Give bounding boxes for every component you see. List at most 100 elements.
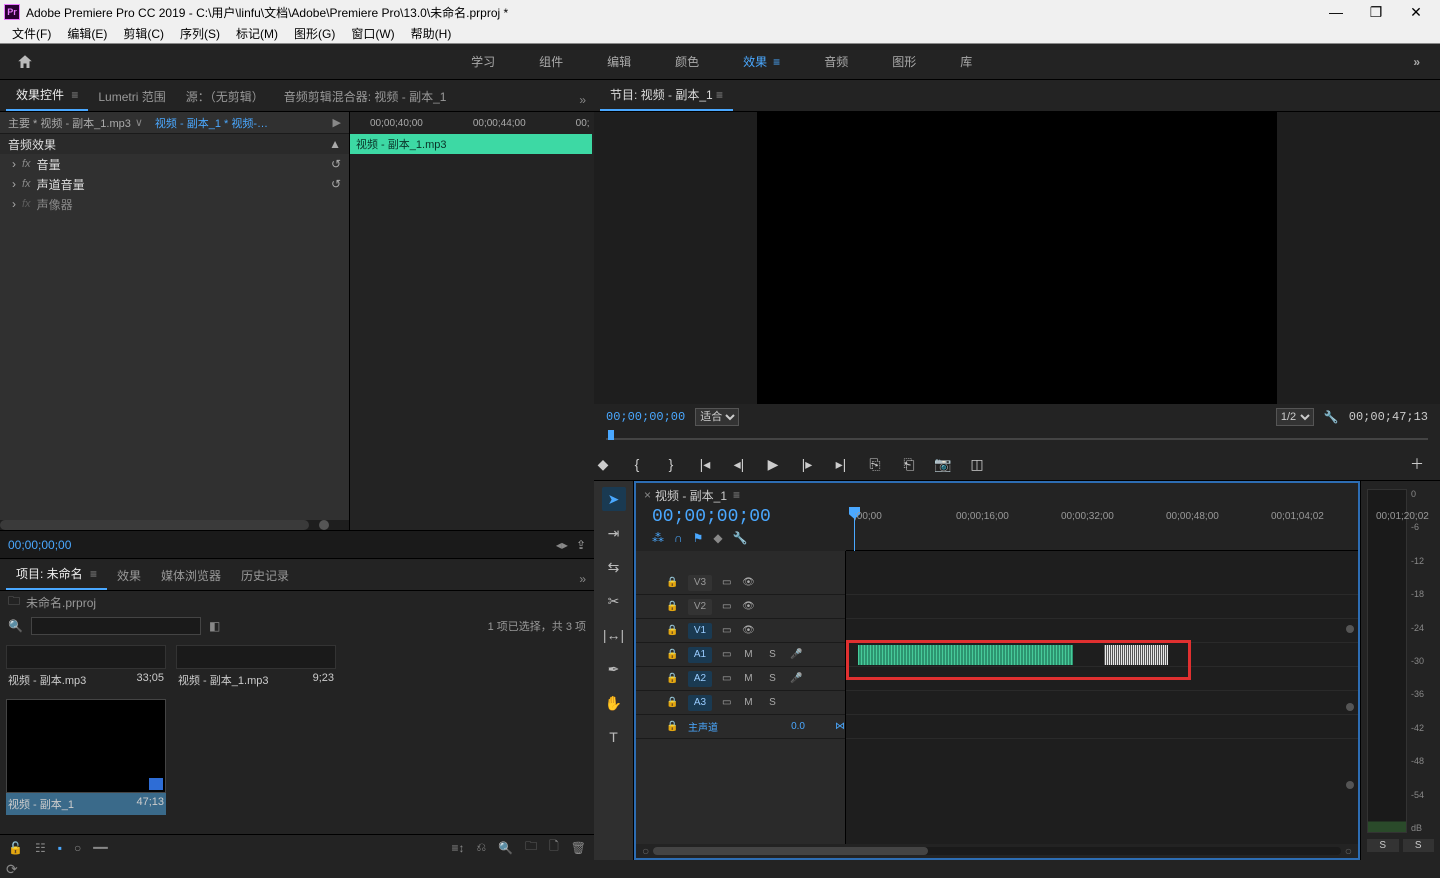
filter-icon[interactable]: ◧ — [209, 619, 220, 633]
tab-media-browser[interactable]: 媒体浏览器 — [151, 561, 231, 590]
sync-icon[interactable]: ⟳ — [6, 861, 18, 878]
ec-h-scrollbar[interactable] — [0, 520, 349, 530]
ec-clip-bar[interactable]: 视频 - 副本_1.mp3 — [350, 134, 592, 154]
menu-sequence[interactable]: 序列(S) — [172, 23, 228, 44]
lock-icon[interactable]: 🔒 — [666, 577, 678, 588]
mute-button[interactable]: M — [741, 649, 755, 660]
maximize-button[interactable]: ❐ — [1356, 0, 1396, 24]
lock-icon[interactable]: 🔒 — [666, 625, 678, 636]
reset-icon[interactable]: ↺ — [331, 157, 341, 171]
step-forward-button[interactable]: |▸ — [798, 456, 816, 473]
track-master[interactable] — [846, 715, 1358, 739]
workspace-overflow[interactable]: » — [1393, 55, 1440, 69]
mute-button[interactable]: M — [741, 673, 755, 684]
ec-export-icon[interactable]: ⇪ — [576, 538, 586, 552]
panel-overflow[interactable]: » — [571, 89, 594, 111]
zoom-fit-select[interactable]: 适合 — [695, 408, 739, 426]
track-select-tool[interactable]: ⇥ — [602, 521, 626, 545]
track-header-a1[interactable]: 🔒A1▭MS🎤 — [636, 643, 845, 667]
list-view-icon[interactable]: ☷ — [35, 841, 46, 855]
sequence-tab[interactable]: 视频 - 副本_1 — [655, 487, 727, 504]
slip-tool[interactable]: |↔| — [602, 623, 626, 647]
project-breadcrumb[interactable]: 🗀 未命名.prproj — [0, 591, 594, 613]
tab-project[interactable]: 项目: 未命名 ≡ — [6, 559, 107, 590]
project-clip[interactable]: 视频 - 副本.mp333;05 — [6, 645, 166, 691]
tab-audio-clip-mixer[interactable]: 音频剪辑混合器: 视频 - 副本_1 — [274, 82, 457, 111]
add-marker-icon[interactable]: ⚑ — [693, 531, 704, 545]
ec-master-header[interactable]: 主要 * 视频 - 副本_1.mp3 ∨ 视频 - 副本_1 * 视频-… ▶ — [0, 112, 349, 134]
track-header-a3[interactable]: 🔒A3▭MS — [636, 691, 845, 715]
reset-icon[interactable]: ↺ — [331, 177, 341, 191]
menu-help[interactable]: 帮助(H) — [403, 23, 460, 44]
meter-solo-right[interactable]: S — [1403, 839, 1435, 852]
lock-icon[interactable]: 🔒 — [666, 601, 678, 612]
playhead-icon[interactable] — [606, 430, 616, 444]
ec-prev-keyframe-icon[interactable]: ◂▸ — [556, 538, 568, 552]
menu-graphics[interactable]: 图形(G) — [286, 23, 343, 44]
tab-lumetri-scopes[interactable]: Lumetri 范围 — [88, 82, 175, 111]
lock-icon[interactable]: 🔓 — [8, 841, 23, 855]
resolution-select[interactable]: 1/2 — [1276, 408, 1314, 426]
program-canvas[interactable] — [594, 112, 1440, 404]
step-back-button[interactable]: ◂| — [730, 456, 748, 473]
selection-tool[interactable]: ➤ — [602, 487, 626, 511]
track-v2[interactable] — [846, 595, 1358, 619]
tab-effects[interactable]: 效果 — [107, 561, 151, 590]
comparison-button[interactable]: ◫ — [968, 456, 986, 473]
ec-timecode[interactable]: 00;00;00;00 — [8, 538, 556, 552]
program-timecode-left[interactable]: 00;00;00;00 — [606, 410, 685, 424]
menu-window[interactable]: 窗口(W) — [343, 23, 402, 44]
mute-button[interactable]: M — [741, 697, 755, 708]
workspace-color[interactable]: 颜色 — [653, 44, 721, 80]
timeline-timecode[interactable]: 00;00;00;00 — [652, 507, 846, 527]
export-frame-button[interactable]: 📷 — [934, 456, 952, 473]
lift-button[interactable]: ⎘ — [866, 456, 884, 473]
meter-solo-left[interactable]: S — [1367, 839, 1399, 852]
icon-view-icon[interactable]: ▪ — [58, 841, 62, 855]
ec-time-ruler[interactable]: 00;00;40;0000;00;44;0000; — [350, 112, 594, 134]
track-header-a2[interactable]: 🔒A2▭MS🎤 — [636, 667, 845, 691]
ec-row-channel-volume[interactable]: ›fx声道音量 ↺ — [0, 174, 349, 194]
workspace-edit[interactable]: 编辑 — [585, 44, 653, 80]
find-icon[interactable]: 🔍 — [498, 841, 513, 855]
add-marker-button[interactable]: ◆ — [594, 456, 612, 473]
track-v3[interactable] — [846, 571, 1358, 595]
track-header-master[interactable]: 🔒主声道0.0⋈ — [636, 715, 845, 739]
workspace-library[interactable]: 库 — [938, 44, 994, 80]
panel-overflow[interactable]: » — [571, 568, 594, 590]
tab-effect-controls[interactable]: 效果控件 ≡ — [6, 80, 88, 111]
close-button[interactable]: ✕ — [1396, 0, 1436, 24]
mic-icon[interactable]: 🎤 — [789, 673, 803, 684]
razor-tool[interactable]: ✂ — [602, 589, 626, 613]
tab-program[interactable]: 节目: 视频 - 副本_1 ≡ — [600, 80, 733, 111]
lock-icon[interactable]: 🔒 — [666, 673, 678, 684]
mic-icon[interactable]: 🎤 — [789, 649, 803, 660]
ec-row-panner[interactable]: ›fx声像器 — [0, 194, 349, 214]
lock-icon[interactable]: 🔒 — [666, 721, 678, 732]
workspace-audio[interactable]: 音频 — [802, 44, 870, 80]
timeline-h-scrollbar[interactable]: ○ ○ — [636, 844, 1358, 858]
ec-section-toggle[interactable]: ▲ — [329, 137, 341, 151]
tab-source[interactable]: 源：（无剪辑） — [176, 82, 274, 111]
timeline-ruler[interactable]: ;00;00 00;00;16;00 00;00;32;00 00;00;48;… — [846, 507, 1358, 551]
snap-icon[interactable]: ⁂ — [652, 531, 664, 545]
menu-file[interactable]: 文件(F) — [4, 23, 59, 44]
button-editor[interactable]: ＋ — [1408, 454, 1426, 474]
solo-button[interactable]: S — [765, 673, 779, 684]
freeform-view-icon[interactable]: ○ — [74, 841, 81, 855]
automate-icon[interactable]: ⎌ — [477, 840, 487, 855]
play-button[interactable]: ▶ — [764, 456, 782, 473]
timeline-settings-icon[interactable]: ◆ — [713, 531, 722, 545]
linked-selection-icon[interactable]: ∩ — [674, 531, 683, 545]
workspace-graphics[interactable]: 图形 — [870, 44, 938, 80]
settings-icon[interactable]: 🔧 — [1324, 410, 1339, 424]
sort-icon[interactable]: ≡↕ — [452, 841, 465, 855]
workspace-effects[interactable]: 效果 ≡ — [721, 44, 802, 80]
lock-icon[interactable]: 🔒 — [666, 649, 678, 660]
extract-button[interactable]: ⎗ — [900, 456, 918, 473]
minimize-button[interactable]: ― — [1316, 0, 1356, 24]
delete-icon[interactable]: 🗑 — [571, 841, 586, 855]
tab-history[interactable]: 历史记录 — [231, 561, 299, 590]
program-ruler[interactable] — [606, 430, 1428, 448]
wrench-icon[interactable]: 🔧 — [733, 531, 748, 545]
